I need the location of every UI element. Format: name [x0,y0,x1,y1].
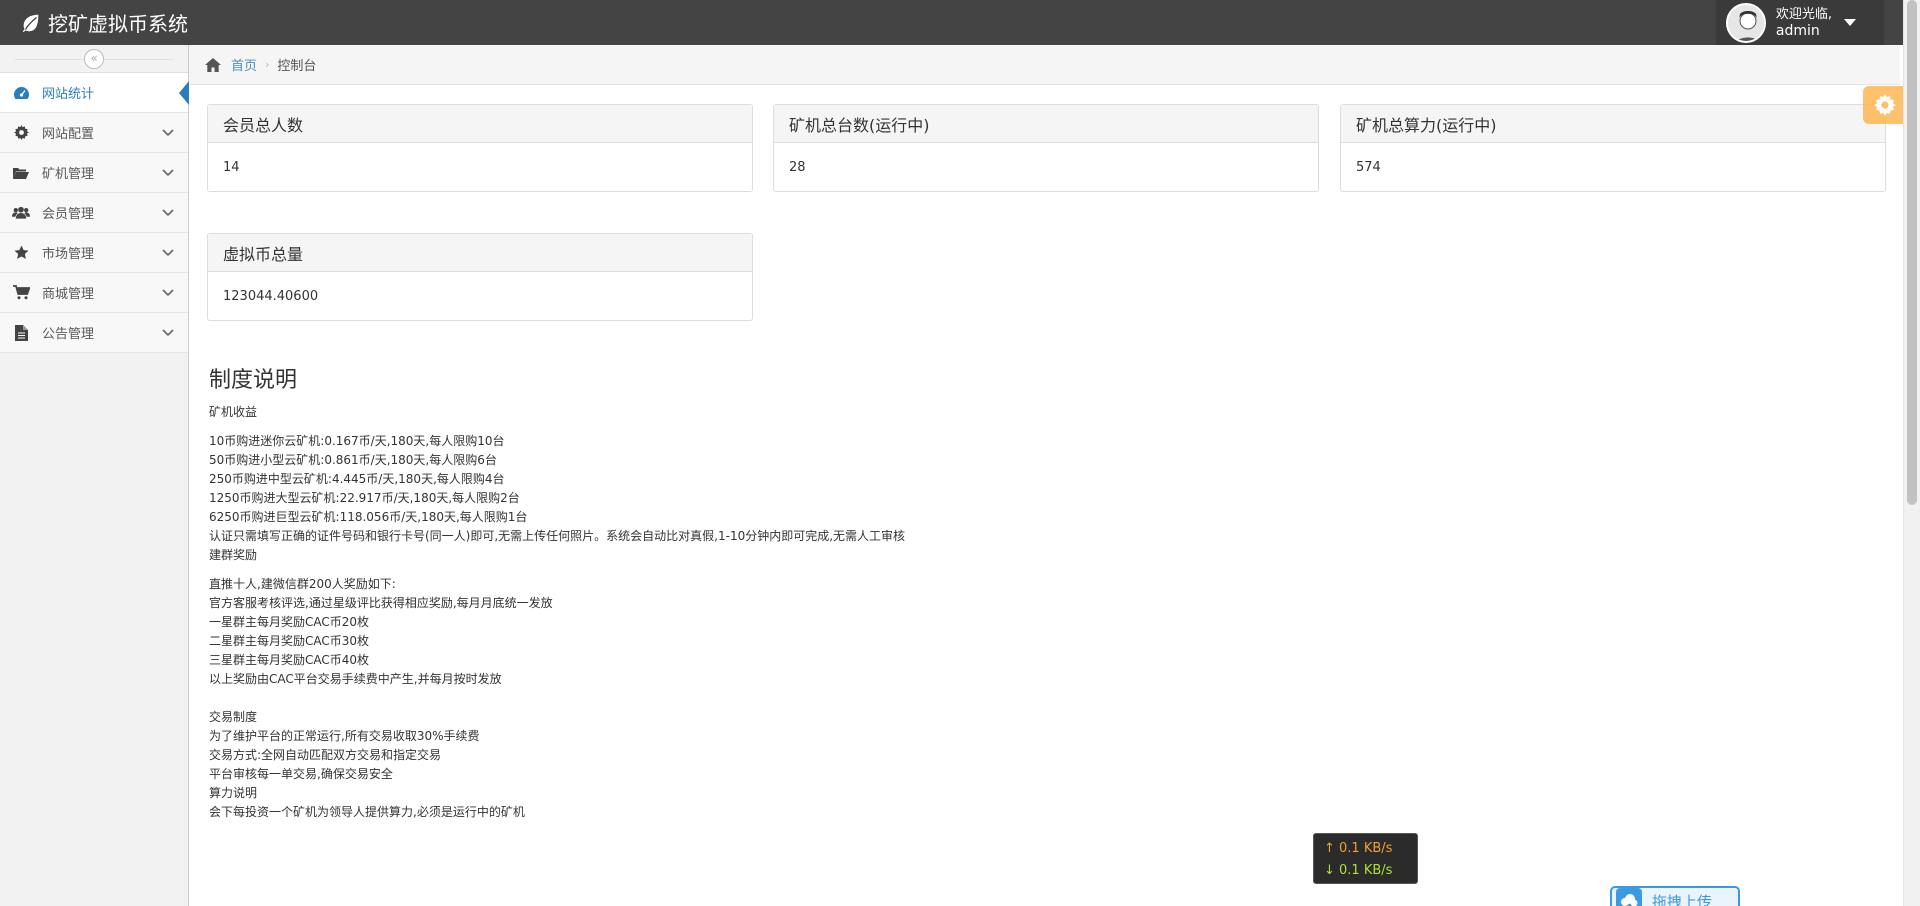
mining-title: 矿机收益 [209,405,258,419]
download-speed: ↓ 0.1 KB/s [1324,863,1393,878]
trade-line: 平台审核每一单交易,确保交易安全 [209,767,393,781]
mining-line: 6250币购进巨型云矿机:118.056币/天,180天,每人限购1台 [209,510,528,524]
chevron-down-icon [158,328,178,337]
star-icon [12,244,30,262]
trade-line: 交易方式:全网自动匹配双方交易和指定交易 [209,748,442,762]
sidebar-item-label: 会员管理 [42,207,95,222]
sidebar-item-site-config[interactable]: 网站配置 [0,113,188,153]
sidebar-collapse-row: « [0,45,188,73]
stat-panel-value: 28 [789,160,806,175]
breadcrumb-separator-icon: › [265,58,270,71]
app-title: 挖矿虚拟币系统 [48,12,188,36]
sidebar-item-label: 网站统计 [42,87,95,102]
auth-line: 认证只需填写正确的证件号码和银行卡号(同一人)即可,无需上传任何照片。系统会自动… [209,529,906,543]
user-greeting: 欢迎光临, [1775,6,1832,22]
stat-panel-miner-power: 矿机总算力(运行中) 574 [1340,104,1886,192]
folder-open-icon [12,164,30,182]
main-content: 首页 › 控制台 会员总人数 14 矿机总台数(运行中) 28 矿机总算力(运行… [189,45,1900,906]
dashboard-icon [12,84,30,102]
home-icon [205,57,221,72]
sidebar-item-label: 商城管理 [42,287,95,302]
sidebar-item-label: 网站配置 [42,127,95,142]
top-navbar: 挖矿虚拟币系统 欢迎光临, admin [0,0,1920,45]
stat-panel-value: 123044.40600 [223,289,319,304]
mining-line: 50币购进小型云矿机:0.861币/天,180天,每人限购6台 [209,453,497,467]
group-title: 建群奖励 [209,548,258,562]
mining-lines: 10币购进迷你云矿机:0.167币/天,180天,每人限购10台 50币购进小型… [209,432,1509,527]
chevron-down-icon [158,208,178,217]
gear-icon [12,124,30,142]
chevron-down-icon [158,168,178,177]
rules-heading: 制度说明 [209,368,298,393]
chevron-down-icon [158,248,178,257]
group-line: 官方客服考核评选,通过星级评比获得相应奖励,每月月底统一发放 [209,596,553,610]
mining-line: 10币购进迷你云矿机:0.167币/天,180天,每人限购10台 [209,434,505,448]
sidebar-item-label: 市场管理 [42,247,95,262]
group-line: 直推十人,建微信群200人奖励如下: [209,577,396,591]
mining-line: 1250币购进大型云矿机:22.917币/天,180天,每人限购2台 [209,491,520,505]
drag-upload-button[interactable]: 拖拽上传 [1610,886,1740,906]
power-title: 算力说明 [209,786,258,800]
stat-panel-value: 14 [223,160,240,175]
network-speed-widget[interactable]: ↑ 0.1 KB/s ↓ 0.1 KB/s [1313,833,1418,884]
file-icon [12,324,30,342]
stat-panel-miner-count: 矿机总台数(运行中) 28 [773,104,1319,192]
group-line: 三星群主每月奖励CAC币40枚 [209,653,370,667]
user-menu[interactable]: 欢迎光临, admin [1715,0,1884,45]
page-scrollbar[interactable] [1903,0,1920,906]
breadcrumb-current: 控制台 [277,59,317,74]
sidebar-item-notice-manage[interactable]: 公告管理 [0,313,188,353]
stat-panel-title: 会员总人数 [208,105,752,143]
mining-line: 250币购进中型云矿机:4.445币/天,180天,每人限购4台 [209,472,505,486]
user-name: admin [1775,22,1820,39]
breadcrumb-home-link[interactable]: 首页 [231,55,257,74]
sidebar-item-site-stats[interactable]: 网站统计 [0,73,189,113]
group-line: 以上奖励由CAC平台交易手续费中产生,并每月按时发放 [209,672,502,686]
stat-panel-title: 矿机总算力(运行中) [1341,105,1885,143]
upload-speed: ↑ 0.1 KB/s [1324,841,1393,856]
trade-title: 交易制度 [209,710,258,724]
double-chevron-left-icon[interactable]: « [84,48,104,69]
caret-down-icon [1844,19,1856,26]
upload-label: 拖拽上传 [1652,892,1713,906]
cart-icon [12,284,30,302]
stat-panel-coin-total: 虚拟币总量 123044.40600 [207,233,753,321]
gear-icon [1874,94,1896,116]
sidebar-item-market-manage[interactable]: 市场管理 [0,233,188,273]
sidebar-item-label: 矿机管理 [42,167,95,182]
power-line: 会下每投资一个矿机为领导人提供算力,必须是运行中的矿机 [209,805,525,819]
leaf-icon [22,14,39,32]
stat-panel-title: 矿机总台数(运行中) [774,105,1318,143]
sidebar: « 网站统计 网站配置 矿机管理 会员管理 市场管理 商城管理 公告管理 [0,45,189,906]
sidebar-item-member-manage[interactable]: 会员管理 [0,193,188,233]
user-avatar-icon [1727,4,1764,41]
sidebar-item-label: 公告管理 [42,327,95,342]
group-lines: 直推十人,建微信群200人奖励如下: 官方客服考核评选,通过星级评比获得相应奖励… [209,575,1509,689]
rules-section: 制度说明 矿机收益 10币购进迷你云矿机:0.167币/天,180天,每人限购1… [209,367,1509,822]
group-line: 二星群主每月奖励CAC币30枚 [209,634,370,648]
brand[interactable]: 挖矿虚拟币系统 [0,0,188,45]
stat-panel-member-count: 会员总人数 14 [207,104,753,192]
settings-toggle-button[interactable] [1863,86,1907,124]
group-line: 一星群主每月奖励CAC币20枚 [209,615,370,629]
breadcrumb: 首页 › 控制台 [189,45,1900,85]
trade-line: 为了维护平台的正常运行,所有交易收取30%手续费 [209,729,480,743]
chevron-down-icon [158,128,178,137]
cloud-upload-icon [1616,888,1642,906]
chevron-down-icon [158,288,178,297]
users-icon [12,204,30,222]
stat-panel-value: 574 [1356,160,1381,175]
sidebar-item-miner-manage[interactable]: 矿机管理 [0,153,188,193]
avatar [1725,2,1766,43]
stat-panel-title: 虚拟币总量 [208,234,752,272]
sidebar-item-shop-manage[interactable]: 商城管理 [0,273,188,313]
scrollbar-thumb[interactable] [1907,0,1917,505]
